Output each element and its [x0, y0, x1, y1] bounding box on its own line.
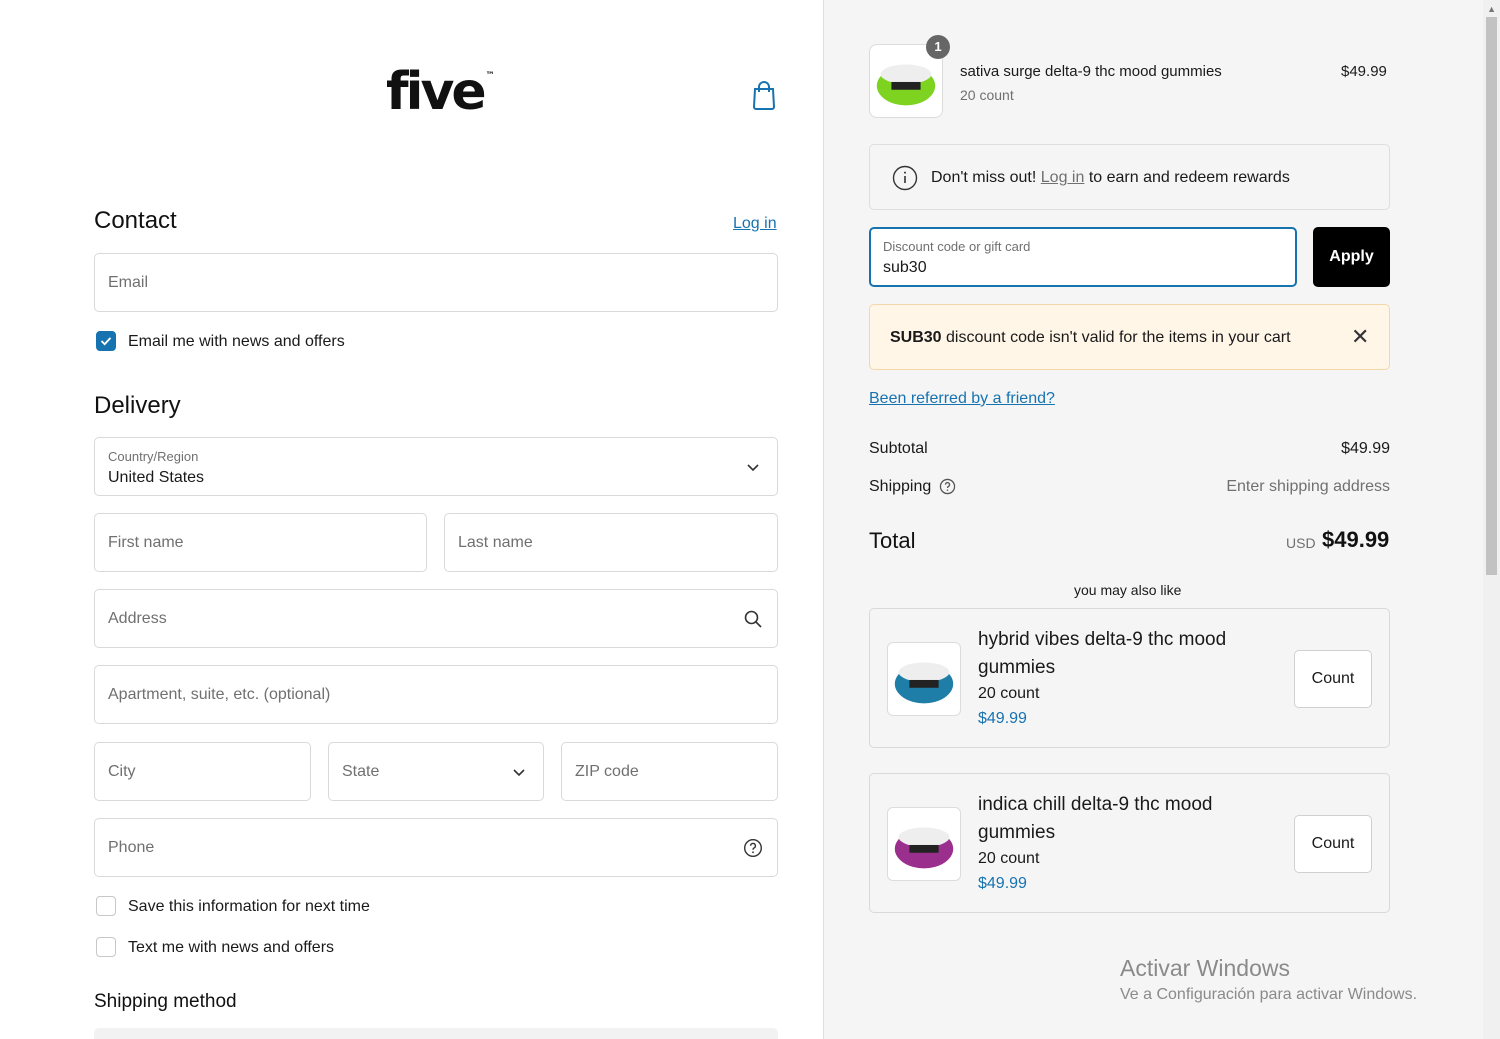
- subtotal-label: Subtotal: [869, 440, 928, 457]
- contact-login-link[interactable]: Log in: [733, 215, 777, 233]
- country-select[interactable]: Country/Region United States: [94, 437, 778, 496]
- zip-field[interactable]: ZIP code: [561, 742, 778, 801]
- cart-item-name: sativa surge delta-9 thc mood gummies: [960, 63, 1222, 80]
- close-icon[interactable]: ✕: [1351, 324, 1369, 350]
- apartment-placeholder: Apartment, suite, etc. (optional): [108, 685, 331, 703]
- search-icon[interactable]: [743, 609, 763, 629]
- upsell-count-button[interactable]: Count: [1294, 650, 1372, 708]
- order-summary-column: 1 sativa surge delta-9 thc mood gummies …: [823, 0, 1500, 1039]
- text-news-label: Text me with news and offers: [128, 939, 335, 956]
- first-name-placeholder: First name: [108, 533, 184, 551]
- total-label: Total: [869, 528, 916, 553]
- referral-link[interactable]: Been referred by a friend?: [869, 390, 1055, 408]
- discount-code-input[interactable]: Discount code or gift card sub30: [869, 227, 1297, 287]
- upsell-count-button[interactable]: Count: [1294, 815, 1372, 873]
- phone-placeholder: Phone: [108, 838, 155, 856]
- discount-error-message: discount code isn't valid for the items …: [946, 329, 1291, 346]
- shopping-bag-icon[interactable]: [751, 80, 777, 110]
- save-info-label: Save this information for next time: [128, 898, 370, 915]
- upsell-price: $49.99: [978, 875, 1027, 892]
- rewards-banner: Don't miss out! Log in to earn and redee…: [869, 144, 1390, 210]
- zip-placeholder: ZIP code: [575, 762, 639, 780]
- last-name-field[interactable]: Last name: [444, 513, 778, 572]
- subtotal-value: $49.99: [1341, 440, 1390, 457]
- first-name-field[interactable]: First name: [94, 513, 427, 572]
- address-placeholder: Address: [108, 609, 167, 627]
- state-placeholder: State: [342, 762, 380, 780]
- total-currency: USD: [1286, 535, 1316, 551]
- watermark-line2: Ve a Configuración para activar Windows.: [1120, 986, 1418, 1003]
- watermark-line1: Activar Windows: [1120, 955, 1290, 981]
- contact-heading: Contact: [94, 207, 177, 234]
- upsell-name: indica chill delta-9 thc mood gummies: [978, 794, 1213, 843]
- rewards-prefix: Don't miss out!: [931, 169, 1037, 186]
- discount-label: Discount code or gift card: [883, 239, 1031, 254]
- upsell-card: hybrid vibes delta-9 thc mood gummies 20…: [869, 608, 1390, 748]
- scrollbar[interactable]: ▲: [1483, 0, 1500, 1039]
- scrollbar-thumb[interactable]: [1486, 17, 1497, 575]
- scroll-up-arrow-icon[interactable]: ▲: [1487, 4, 1496, 14]
- quantity-badge: 1: [926, 35, 950, 59]
- total-value: $49.99: [1322, 527, 1390, 552]
- info-icon: [892, 165, 918, 191]
- gummies-jar-image: [894, 827, 954, 869]
- address-field[interactable]: Address: [94, 589, 778, 648]
- rewards-text: Don't miss out! Log in to earn and redee…: [931, 169, 1290, 187]
- email-placeholder: Email: [108, 273, 149, 291]
- last-name-placeholder: Last name: [458, 533, 533, 551]
- phone-field[interactable]: Phone: [94, 818, 778, 877]
- windows-activation-watermark: Activar Windows Ve a Configuración para …: [1120, 955, 1417, 1004]
- upsell-thumbnail: [887, 642, 961, 716]
- cart-item-variant: 20 count: [960, 87, 1014, 103]
- upsell-variant: 20 count: [978, 685, 1040, 702]
- checkmark-icon: [100, 337, 112, 346]
- upsell-name: hybrid vibes delta-9 thc mood gummies: [978, 629, 1227, 678]
- discount-error-banner: SUB30 discount code isn't valid for the …: [869, 304, 1390, 370]
- upsell-price: $49.99: [978, 710, 1027, 727]
- upsell-card: indica chill delta-9 thc mood gummies 20…: [869, 773, 1390, 913]
- apply-button[interactable]: Apply: [1313, 227, 1390, 287]
- apartment-field[interactable]: Apartment, suite, etc. (optional): [94, 665, 778, 724]
- city-field[interactable]: City: [94, 742, 311, 801]
- shipping-method-placeholder: [94, 1028, 778, 1039]
- discount-value: sub30: [883, 259, 927, 276]
- state-select[interactable]: State: [328, 742, 544, 801]
- chevron-down-icon: [747, 463, 759, 471]
- text-news-checkbox[interactable]: [96, 937, 116, 957]
- shipping-method-heading: Shipping method: [94, 991, 237, 1012]
- country-value: United States: [108, 469, 205, 486]
- city-placeholder: City: [108, 762, 136, 780]
- rewards-login-link[interactable]: Log in: [1041, 169, 1085, 186]
- help-circle-icon[interactable]: [743, 838, 763, 858]
- upsell-thumbnail: [887, 807, 961, 881]
- help-circle-icon[interactable]: [939, 478, 956, 495]
- shipping-label: Shipping: [869, 478, 932, 495]
- discount-error-code: SUB30: [890, 329, 942, 346]
- chevron-down-icon: [513, 768, 525, 776]
- country-label: Country/Region: [108, 449, 199, 464]
- rewards-suffix: to earn and redeem rewards: [1088, 169, 1290, 186]
- upsell-title: you may also like: [1074, 582, 1182, 598]
- checkout-form-column: five ™ Contact Log in Email Email me with…: [0, 0, 823, 1039]
- discount-error-text: SUB30 discount code isn't valid for the …: [890, 329, 1291, 347]
- cart-item-thumbnail: 1: [869, 35, 950, 118]
- delivery-heading: Delivery: [94, 392, 181, 419]
- shipping-value: Enter shipping address: [1226, 478, 1390, 495]
- email-field[interactable]: Email: [94, 253, 778, 312]
- gummies-jar-image: [894, 662, 954, 704]
- email-news-label: Email me with news and offers: [128, 333, 345, 350]
- email-news-checkbox[interactable]: [96, 331, 116, 351]
- upsell-variant: 20 count: [978, 850, 1040, 867]
- cart-item-price: $49.99: [1341, 63, 1387, 80]
- save-info-checkbox[interactable]: [96, 896, 116, 916]
- brand-logo[interactable]: five ™: [386, 66, 495, 118]
